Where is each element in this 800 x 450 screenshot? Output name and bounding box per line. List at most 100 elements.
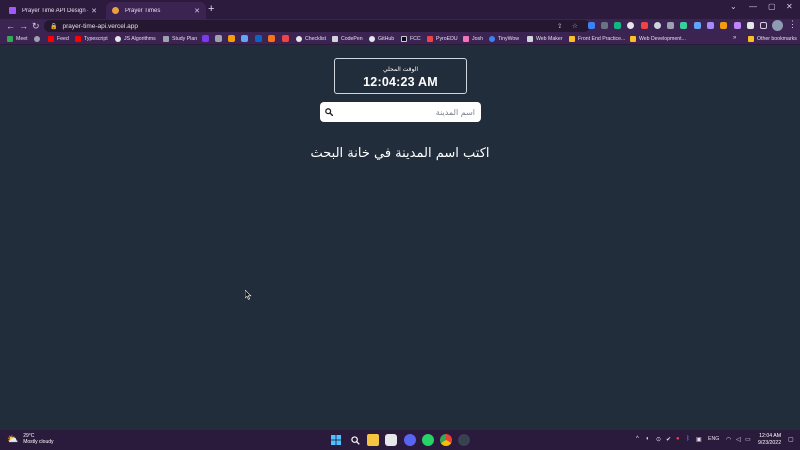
tinywow-icon: [489, 36, 495, 42]
tray-app-icon[interactable]: ◐: [646, 436, 650, 442]
taskbar-search-icon[interactable]: [349, 434, 361, 446]
extension-icon[interactable]: [720, 22, 727, 29]
tab-figma[interactable]: Prayer Time API Design – Figma ✕: [3, 2, 103, 19]
youtube-icon: [75, 36, 81, 42]
folder-icon: [630, 36, 636, 42]
bookmark-item[interactable]: [34, 35, 43, 43]
bookmark-icon[interactable]: [215, 35, 222, 42]
url-text: prayer-time-api.vercel.app: [62, 22, 138, 30]
josh-icon: [463, 36, 469, 42]
bookmark-folder[interactable]: Web Development...: [630, 35, 686, 43]
extension-icon[interactable]: [601, 22, 608, 29]
discord-icon[interactable]: [404, 434, 416, 446]
bookmark-item[interactable]: CodePen: [332, 35, 363, 43]
extension-icon[interactable]: [654, 22, 661, 29]
checklist-icon: [296, 36, 302, 42]
bookmark-item[interactable]: PyroEDU: [427, 35, 458, 43]
maximize-button[interactable]: ▢: [768, 2, 776, 11]
extension-icon[interactable]: [667, 22, 674, 29]
windows-start-icon[interactable]: [330, 434, 342, 446]
extension-icon[interactable]: [680, 22, 687, 29]
window-close-button[interactable]: ✕: [786, 2, 793, 11]
extension-icon[interactable]: [588, 22, 595, 29]
bookmarks-bar: Meet Feed Typescript JS Algorithms Study…: [0, 33, 800, 45]
forward-arrow-icon[interactable]: →: [19, 20, 28, 32]
search-icon[interactable]: [320, 108, 338, 116]
bookmark-item[interactable]: Feed: [48, 35, 69, 43]
bookmark-item[interactable]: JS Algorithms: [115, 35, 156, 43]
tab-search-icon[interactable]: ⌄: [730, 2, 737, 11]
notification-icon[interactable]: ▢: [788, 436, 794, 443]
tray-app-icon[interactable]: ●: [676, 436, 680, 442]
puzzle-icon[interactable]: [747, 22, 754, 29]
bookmark-icon[interactable]: [268, 35, 275, 42]
system-clock[interactable]: 12:04 AM 9/23/2022: [758, 433, 781, 447]
app-icon[interactable]: [458, 434, 470, 446]
minimize-button[interactable]: —: [749, 2, 757, 11]
system-time: 12:04 AM: [759, 433, 782, 439]
share-icon[interactable]: ⇪: [557, 22, 562, 30]
extension-icon[interactable]: [614, 22, 621, 29]
bookmark-icon[interactable]: [282, 35, 289, 42]
github-icon: [115, 36, 121, 42]
extension-icon[interactable]: [627, 22, 634, 29]
bookmark-icon[interactable]: [228, 35, 235, 42]
instruction-text: اكتب اسم المدينة في خانة البحث: [310, 146, 490, 161]
weather-widget[interactable]: ⛅ 29°C Mostly cloudy: [7, 433, 54, 445]
bluetooth-icon[interactable]: ᛒ: [686, 436, 690, 442]
profile-avatar[interactable]: [772, 20, 783, 31]
bookmark-item[interactable]: FCC: [401, 35, 421, 43]
extension-icon[interactable]: [694, 22, 701, 29]
local-time-card: الوقت المحلي 12:04:23 AM: [334, 58, 467, 94]
tray-app-icon[interactable]: ⊙: [656, 436, 661, 443]
extension-icon[interactable]: [707, 22, 714, 29]
bookmark-star-icon[interactable]: ☆: [572, 22, 578, 30]
back-arrow-icon[interactable]: ←: [6, 20, 15, 32]
folder-icon: [748, 36, 754, 42]
wifi-icon[interactable]: ◠: [726, 436, 731, 443]
bookmark-icon[interactable]: [202, 35, 209, 42]
meet-icon: [7, 36, 13, 42]
extension-icon[interactable]: [641, 22, 648, 29]
browser-tab-strip: Prayer Time API Design – Figma ✕ Prayer …: [0, 0, 800, 19]
side-panel-icon[interactable]: [760, 22, 767, 29]
reload-icon[interactable]: ↻: [32, 20, 40, 32]
chevron-up-icon[interactable]: ^: [636, 436, 639, 442]
fcc-icon: [401, 36, 407, 42]
volume-icon[interactable]: ◁: [736, 436, 741, 443]
bookmark-item[interactable]: TinyWow: [489, 35, 519, 43]
bookmark-item[interactable]: Web Maker: [527, 35, 562, 43]
new-tab-button[interactable]: +: [208, 3, 214, 16]
city-search-input[interactable]: [338, 103, 481, 121]
bookmark-item[interactable]: Study Plan: [163, 35, 197, 43]
file-explorer-icon[interactable]: [367, 434, 379, 446]
close-icon[interactable]: ✕: [194, 7, 200, 15]
tray-app-icon[interactable]: ▣: [696, 436, 702, 443]
bookmark-folder[interactable]: Front End Practice...: [569, 35, 625, 43]
bookmark-item[interactable]: Meet: [7, 35, 28, 43]
youtube-icon: [48, 36, 54, 42]
github-icon: [369, 36, 375, 42]
chrome-icon[interactable]: [440, 434, 452, 446]
close-icon[interactable]: ✕: [91, 7, 97, 15]
language-indicator[interactable]: ENG: [708, 436, 719, 442]
bookmark-item[interactable]: GitHub: [369, 35, 394, 43]
bookmark-item[interactable]: Checklist: [296, 35, 326, 43]
battery-icon[interactable]: ▭: [745, 436, 751, 443]
bookmark-item[interactable]: Typescript: [75, 35, 108, 43]
bookmark-icon[interactable]: [241, 35, 248, 42]
page-content: الوقت المحلي 12:04:23 AM اكتب اسم المدين…: [0, 46, 800, 430]
menu-kebab-icon[interactable]: ⋮: [788, 19, 797, 30]
address-bar[interactable]: 🔒 prayer-time-api.vercel.app ⇪ ☆: [44, 20, 590, 32]
other-bookmarks-folder[interactable]: Other bookmarks: [748, 35, 797, 43]
bookmark-item[interactable]: Josh: [463, 35, 483, 43]
tray-app-icon[interactable]: ✔: [666, 436, 671, 443]
linkedin-icon[interactable]: [255, 35, 262, 42]
site-favicon-icon: [112, 7, 119, 14]
pyroedu-icon: [427, 36, 433, 42]
more-bookmarks-chevron-icon[interactable]: »: [733, 35, 736, 41]
tab-prayer-times[interactable]: Prayer Times ✕: [106, 2, 206, 19]
app-icon[interactable]: [385, 434, 397, 446]
extension-icon[interactable]: [734, 22, 741, 29]
whatsapp-icon[interactable]: [422, 434, 434, 446]
